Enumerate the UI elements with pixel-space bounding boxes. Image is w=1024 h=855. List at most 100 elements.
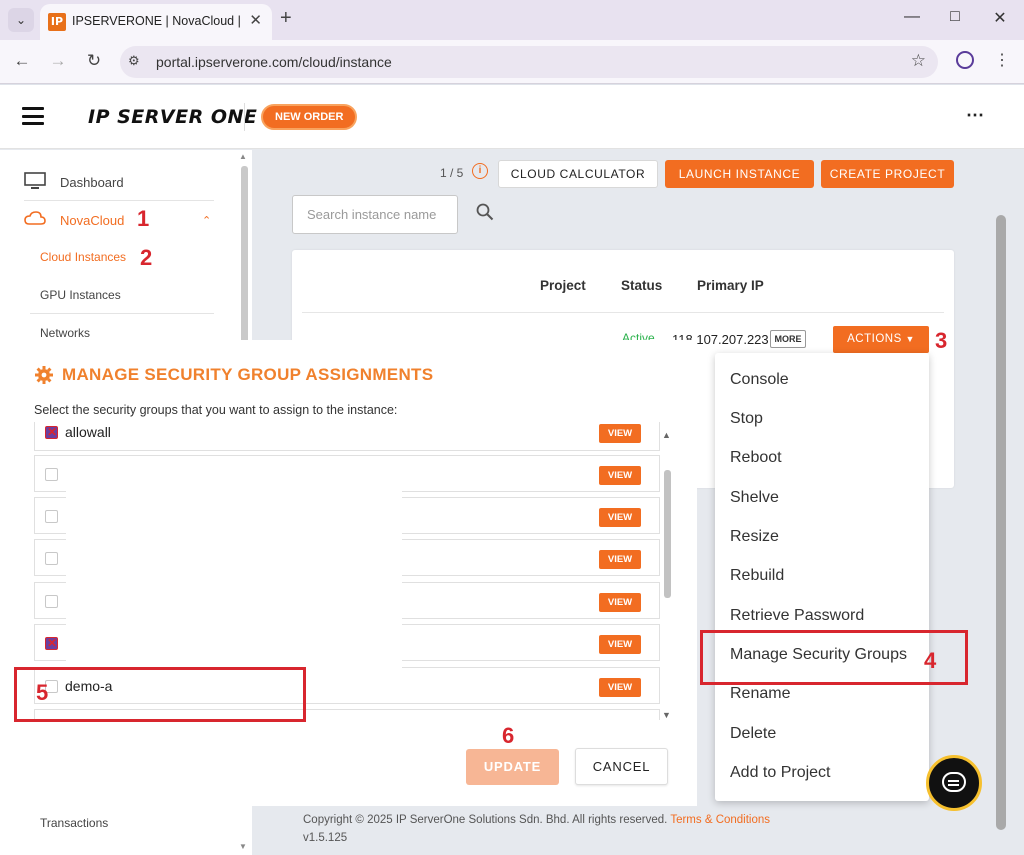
- monitor-icon: [24, 172, 46, 189]
- divider: [244, 103, 245, 131]
- forward-icon[interactable]: →: [48, 51, 68, 71]
- scroll-up-icon[interactable]: ▲: [662, 430, 671, 440]
- manage-security-groups-modal: MANAGE SECURITY GROUP ASSIGNMENTS Select…: [0, 340, 697, 806]
- checkbox[interactable]: [45, 468, 58, 481]
- menu-item-rename[interactable]: Rename: [730, 685, 790, 703]
- sidebar-item-dashboard[interactable]: Dashboard: [60, 175, 124, 190]
- cancel-button[interactable]: CANCEL: [575, 748, 668, 785]
- view-button[interactable]: VIEW: [599, 678, 641, 697]
- tab-close-icon[interactable]: ✕: [249, 11, 262, 29]
- checkbox[interactable]: [45, 636, 58, 650]
- menu-item-reboot[interactable]: Reboot: [730, 449, 782, 467]
- cloud-calculator-button[interactable]: CLOUD CALCULATOR: [498, 160, 658, 188]
- modal-subtitle: Select the security groups that you want…: [34, 403, 398, 417]
- info-icon[interactable]: i: [472, 163, 488, 179]
- back-icon[interactable]: ←: [12, 51, 32, 71]
- url-field[interactable]: ⚙ portal.ipserverone.com/cloud/instance …: [120, 46, 938, 78]
- sidebar-item-novacloud[interactable]: NovaCloud: [60, 213, 124, 228]
- sidebar-item-transactions[interactable]: Transactions: [40, 816, 108, 830]
- search-input[interactable]: [292, 195, 458, 234]
- divider: [302, 312, 944, 313]
- scroll-down-icon[interactable]: ▼: [239, 842, 247, 851]
- view-button[interactable]: VIEW: [599, 550, 641, 569]
- actions-label: ACTIONS: [847, 333, 902, 345]
- menu-item-resize[interactable]: Resize: [730, 528, 779, 546]
- app-header: IP SERVER ONE NEW ORDER ⋯: [0, 85, 1024, 149]
- view-button[interactable]: VIEW: [599, 593, 641, 612]
- logo: IP SERVER ONE: [88, 106, 258, 128]
- annotation-step-4: 4: [924, 648, 937, 673]
- terms-link[interactable]: Terms & Conditions: [670, 814, 770, 826]
- address-bar: ← → ↻ ⚙ portal.ipserverone.com/cloud/ins…: [0, 40, 1024, 84]
- column-header-primary-ip: Primary IP: [697, 278, 764, 293]
- scroll-down-icon[interactable]: ▼: [662, 710, 671, 720]
- column-header-status: Status: [621, 278, 663, 293]
- reload-icon[interactable]: ↻: [84, 51, 104, 71]
- annotation-step-3: 3: [935, 328, 948, 353]
- scrollbar-thumb[interactable]: [664, 470, 671, 598]
- update-button[interactable]: UPDATE: [466, 749, 559, 785]
- annotation-step-6: 6: [502, 723, 515, 748]
- browser-tabbar: ⌄ IP IPSERVERONE | NovaCloud | Ins ✕ + —…: [0, 0, 1024, 40]
- copyright-text: Copyright © 2025 IP ServerOne Solutions …: [303, 814, 668, 826]
- app-version: v1.5.125: [303, 832, 348, 844]
- menu-item-add-to-project[interactable]: Add to Project: [730, 764, 831, 782]
- list-scrollbar[interactable]: ▲ ▼: [662, 430, 672, 720]
- tab-title: IPSERVERONE | NovaCloud | Ins: [72, 14, 240, 28]
- checkbox-allowall[interactable]: [45, 425, 58, 439]
- search-icon[interactable]: [476, 203, 494, 221]
- more-options-icon[interactable]: ⋯: [966, 105, 984, 126]
- sidebar-item-networks[interactable]: Networks: [40, 326, 90, 340]
- menu-item-console[interactable]: Console: [730, 371, 789, 389]
- create-project-button[interactable]: CREATE PROJECT: [821, 160, 954, 188]
- menu-item-stop[interactable]: Stop: [730, 410, 763, 428]
- scrollbar-thumb[interactable]: [241, 166, 248, 346]
- redacted-area: [66, 460, 402, 672]
- menu-item-delete[interactable]: Delete: [730, 725, 776, 743]
- site-settings-icon[interactable]: ⚙: [128, 53, 140, 69]
- checkbox[interactable]: [45, 595, 58, 608]
- tab-search-chevron-icon[interactable]: ⌄: [8, 8, 34, 32]
- url-text: portal.ipserverone.com/cloud/instance: [156, 54, 392, 70]
- divider: [30, 313, 214, 314]
- checkbox[interactable]: [45, 552, 58, 565]
- view-button[interactable]: VIEW: [599, 424, 641, 443]
- sidebar-item-gpu-instances[interactable]: GPU Instances: [40, 288, 121, 302]
- hamburger-menu-icon[interactable]: [22, 107, 44, 125]
- divider: [24, 200, 214, 201]
- maximize-icon[interactable]: □: [945, 8, 965, 26]
- view-button[interactable]: VIEW: [599, 466, 641, 485]
- actions-menu: Console Stop Reboot Shelve Resize Rebuil…: [715, 353, 929, 801]
- column-header-project: Project: [540, 278, 586, 293]
- group-name: allowall: [65, 424, 111, 440]
- list-item[interactable]: allowall VIEW: [34, 422, 660, 451]
- sidebar-item-cloud-instances[interactable]: Cloud Instances: [40, 250, 126, 264]
- footer-copyright: Copyright © 2025 IP ServerOne Solutions …: [303, 814, 770, 826]
- browser-tab[interactable]: IP IPSERVERONE | NovaCloud | Ins ✕: [40, 4, 272, 40]
- view-button[interactable]: VIEW: [599, 635, 641, 654]
- checkbox[interactable]: [45, 510, 58, 523]
- actions-button[interactable]: ACTIONS ▼: [833, 326, 929, 353]
- menu-item-rebuild[interactable]: Rebuild: [730, 567, 784, 585]
- minimize-icon[interactable]: —: [902, 8, 922, 26]
- chevron-up-icon[interactable]: ⌃: [202, 214, 211, 227]
- menu-item-retrieve-password[interactable]: Retrieve Password: [730, 607, 864, 625]
- new-order-button[interactable]: NEW ORDER: [261, 104, 358, 130]
- close-window-icon[interactable]: ✕: [990, 8, 1010, 28]
- gear-icon: [35, 366, 53, 384]
- menu-item-shelve[interactable]: Shelve: [730, 489, 779, 507]
- view-button[interactable]: VIEW: [599, 508, 641, 527]
- chevron-down-icon: ▼: [905, 334, 915, 344]
- more-ip-button[interactable]: MORE: [770, 330, 806, 348]
- new-tab-icon[interactable]: +: [280, 7, 292, 30]
- annotation-highlight-demo-a: [14, 667, 306, 722]
- scroll-up-icon[interactable]: ▲: [239, 152, 247, 161]
- chat-button[interactable]: [926, 755, 982, 811]
- profile-icon[interactable]: [956, 51, 974, 69]
- browser-menu-icon[interactable]: ⋮: [994, 50, 1010, 70]
- page-scrollbar[interactable]: [996, 215, 1006, 830]
- instance-quota: 1 / 5: [440, 166, 464, 180]
- launch-instance-button[interactable]: LAUNCH INSTANCE: [665, 160, 814, 188]
- annotation-step-2: 2: [140, 245, 153, 270]
- bookmark-star-icon[interactable]: ☆: [911, 51, 926, 71]
